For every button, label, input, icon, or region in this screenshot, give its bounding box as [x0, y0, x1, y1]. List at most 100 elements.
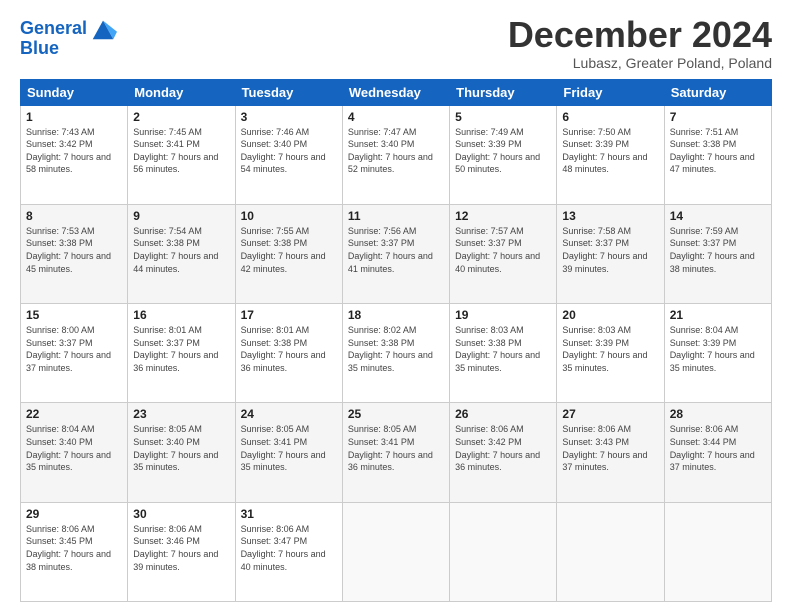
day-number: 28 [670, 407, 766, 421]
day-cell: 2 Sunrise: 7:45 AMSunset: 3:41 PMDaylight… [128, 105, 235, 204]
day-cell: 1 Sunrise: 7:43 AMSunset: 3:42 PMDaylight… [21, 105, 128, 204]
day-detail: Sunrise: 8:06 AMSunset: 3:47 PMDaylight:… [241, 523, 337, 573]
day-detail: Sunrise: 7:49 AMSunset: 3:39 PMDaylight:… [455, 126, 551, 176]
day-cell [557, 502, 664, 601]
week-row-1: 1 Sunrise: 7:43 AMSunset: 3:42 PMDaylight… [21, 105, 772, 204]
subtitle: Lubasz, Greater Poland, Poland [508, 55, 772, 71]
day-number: 6 [562, 110, 658, 124]
day-detail: Sunrise: 8:01 AMSunset: 3:37 PMDaylight:… [133, 324, 229, 374]
day-cell: 5 Sunrise: 7:49 AMSunset: 3:39 PMDaylight… [450, 105, 557, 204]
day-cell: 20 Sunrise: 8:03 AMSunset: 3:39 PMDayligh… [557, 304, 664, 403]
day-detail: Sunrise: 8:06 AMSunset: 3:44 PMDaylight:… [670, 423, 766, 473]
day-number: 30 [133, 507, 229, 521]
day-cell: 13 Sunrise: 7:58 AMSunset: 3:37 PMDayligh… [557, 204, 664, 303]
main-title: December 2024 [508, 15, 772, 55]
day-cell: 14Sunrise: 7:59 AMSunset: 3:37 PMDayligh… [664, 204, 771, 303]
day-cell: 3Sunrise: 7:46 AMSunset: 3:40 PMDaylight… [235, 105, 342, 204]
day-cell: 24 Sunrise: 8:05 AMSunset: 3:41 PMDayligh… [235, 403, 342, 502]
day-cell: 10 Sunrise: 7:55 AMSunset: 3:38 PMDayligh… [235, 204, 342, 303]
calendar-header-row: SundayMondayTuesdayWednesdayThursdayFrid… [21, 79, 772, 105]
day-cell [664, 502, 771, 601]
day-cell: 11 Sunrise: 7:56 AMSunset: 3:37 PMDayligh… [342, 204, 449, 303]
day-detail: Sunrise: 7:58 AMSunset: 3:37 PMDaylight:… [562, 225, 658, 275]
logo-text: General [20, 19, 87, 39]
day-number: 20 [562, 308, 658, 322]
day-detail: Sunrise: 7:46 AMSunset: 3:40 PMDaylight:… [241, 126, 337, 176]
day-cell: 15 Sunrise: 8:00 AMSunset: 3:37 PMDayligh… [21, 304, 128, 403]
day-detail: Sunrise: 7:53 AMSunset: 3:38 PMDaylight:… [26, 225, 122, 275]
day-number: 15 [26, 308, 122, 322]
day-cell: 19Sunrise: 8:03 AMSunset: 3:38 PMDayligh… [450, 304, 557, 403]
day-detail: Sunrise: 8:05 AMSunset: 3:40 PMDaylight:… [133, 423, 229, 473]
day-detail: Sunrise: 7:45 AMSunset: 3:41 PMDaylight:… [133, 126, 229, 176]
day-number: 11 [348, 209, 444, 223]
column-header-tuesday: Tuesday [235, 79, 342, 105]
day-cell: 12 Sunrise: 7:57 AMSunset: 3:37 PMDayligh… [450, 204, 557, 303]
day-cell: 9 Sunrise: 7:54 AMSunset: 3:38 PMDaylight… [128, 204, 235, 303]
column-header-saturday: Saturday [664, 79, 771, 105]
day-number: 21 [670, 308, 766, 322]
logo-icon [89, 15, 117, 43]
day-cell: 16 Sunrise: 8:01 AMSunset: 3:37 PMDayligh… [128, 304, 235, 403]
column-header-friday: Friday [557, 79, 664, 105]
day-number: 16 [133, 308, 229, 322]
day-detail: Sunrise: 8:06 AMSunset: 3:42 PMDaylight:… [455, 423, 551, 473]
day-number: 2 [133, 110, 229, 124]
day-cell: 6Sunrise: 7:50 AMSunset: 3:39 PMDaylight… [557, 105, 664, 204]
day-cell [342, 502, 449, 601]
week-row-5: 29Sunrise: 8:06 AMSunset: 3:45 PMDayligh… [21, 502, 772, 601]
title-area: December 2024 Lubasz, Greater Poland, Po… [508, 15, 772, 71]
column-header-sunday: Sunday [21, 79, 128, 105]
day-number: 27 [562, 407, 658, 421]
day-number: 1 [26, 110, 122, 124]
day-detail: Sunrise: 7:55 AMSunset: 3:38 PMDaylight:… [241, 225, 337, 275]
day-detail: Sunrise: 7:54 AMSunset: 3:38 PMDaylight:… [133, 225, 229, 275]
day-detail: Sunrise: 7:56 AMSunset: 3:37 PMDaylight:… [348, 225, 444, 275]
calendar-body: 1 Sunrise: 7:43 AMSunset: 3:42 PMDaylight… [21, 105, 772, 601]
day-number: 24 [241, 407, 337, 421]
day-number: 9 [133, 209, 229, 223]
day-detail: Sunrise: 7:47 AMSunset: 3:40 PMDaylight:… [348, 126, 444, 176]
day-detail: Sunrise: 8:05 AMSunset: 3:41 PMDaylight:… [241, 423, 337, 473]
day-cell: 30 Sunrise: 8:06 AMSunset: 3:46 PMDayligh… [128, 502, 235, 601]
day-number: 5 [455, 110, 551, 124]
day-detail: Sunrise: 8:01 AMSunset: 3:38 PMDaylight:… [241, 324, 337, 374]
day-detail: Sunrise: 8:03 AMSunset: 3:39 PMDaylight:… [562, 324, 658, 374]
day-number: 14 [670, 209, 766, 223]
day-cell: 29Sunrise: 8:06 AMSunset: 3:45 PMDayligh… [21, 502, 128, 601]
header: General Blue December 2024 Lubasz, Great… [20, 15, 772, 71]
day-detail: Sunrise: 8:00 AMSunset: 3:37 PMDaylight:… [26, 324, 122, 374]
day-cell: 7 Sunrise: 7:51 AMSunset: 3:38 PMDaylight… [664, 105, 771, 204]
day-number: 10 [241, 209, 337, 223]
day-number: 12 [455, 209, 551, 223]
day-detail: Sunrise: 7:43 AMSunset: 3:42 PMDaylight:… [26, 126, 122, 176]
day-cell: 4Sunrise: 7:47 AMSunset: 3:40 PMDaylight… [342, 105, 449, 204]
logo: General Blue [20, 15, 117, 59]
day-number: 26 [455, 407, 551, 421]
day-detail: Sunrise: 8:06 AMSunset: 3:45 PMDaylight:… [26, 523, 122, 573]
day-cell: 28 Sunrise: 8:06 AMSunset: 3:44 PMDayligh… [664, 403, 771, 502]
day-cell: 27 Sunrise: 8:06 AMSunset: 3:43 PMDayligh… [557, 403, 664, 502]
day-number: 23 [133, 407, 229, 421]
day-number: 31 [241, 507, 337, 521]
day-detail: Sunrise: 8:05 AMSunset: 3:41 PMDaylight:… [348, 423, 444, 473]
column-header-wednesday: Wednesday [342, 79, 449, 105]
day-number: 19 [455, 308, 551, 322]
day-number: 13 [562, 209, 658, 223]
day-detail: Sunrise: 8:04 AMSunset: 3:39 PMDaylight:… [670, 324, 766, 374]
day-number: 17 [241, 308, 337, 322]
day-detail: Sunrise: 7:51 AMSunset: 3:38 PMDaylight:… [670, 126, 766, 176]
week-row-4: 22Sunrise: 8:04 AMSunset: 3:40 PMDayligh… [21, 403, 772, 502]
day-detail: Sunrise: 8:06 AMSunset: 3:46 PMDaylight:… [133, 523, 229, 573]
day-number: 7 [670, 110, 766, 124]
day-cell: 22Sunrise: 8:04 AMSunset: 3:40 PMDayligh… [21, 403, 128, 502]
day-cell [450, 502, 557, 601]
day-detail: Sunrise: 8:06 AMSunset: 3:43 PMDaylight:… [562, 423, 658, 473]
day-detail: Sunrise: 7:57 AMSunset: 3:37 PMDaylight:… [455, 225, 551, 275]
day-cell: 21 Sunrise: 8:04 AMSunset: 3:39 PMDayligh… [664, 304, 771, 403]
day-cell: 31 Sunrise: 8:06 AMSunset: 3:47 PMDayligh… [235, 502, 342, 601]
day-cell: 23 Sunrise: 8:05 AMSunset: 3:40 PMDayligh… [128, 403, 235, 502]
day-number: 22 [26, 407, 122, 421]
day-number: 8 [26, 209, 122, 223]
column-header-thursday: Thursday [450, 79, 557, 105]
